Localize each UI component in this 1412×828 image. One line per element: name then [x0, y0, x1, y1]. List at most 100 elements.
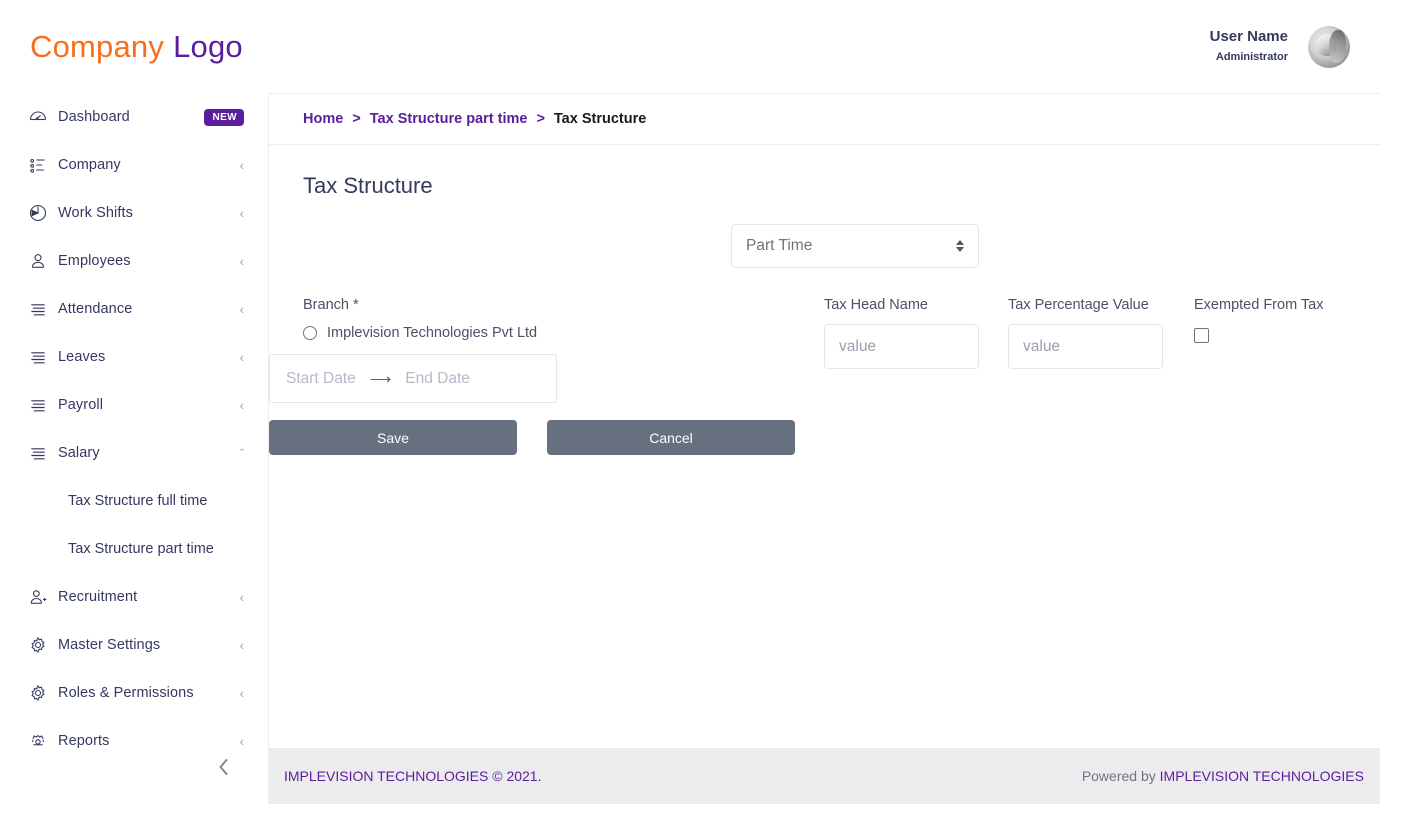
- logo-bar: Company Logo: [0, 0, 268, 93]
- person-icon: [28, 251, 58, 271]
- chevron-left-icon: ‹: [239, 637, 244, 653]
- sidebar-item-label: Attendance: [58, 301, 133, 317]
- user-meta[interactable]: User Name Administrator: [1210, 28, 1288, 65]
- chevron-left-icon: ‹: [239, 589, 244, 605]
- chevron-left-icon: ‹: [239, 733, 244, 749]
- avatar[interactable]: [1308, 25, 1350, 68]
- chevron-left-icon: ‹: [239, 205, 244, 221]
- sidebar-item-work-shifts[interactable]: Work Shifts ‹: [0, 189, 268, 237]
- sidebar-item-payroll[interactable]: Payroll ‹: [0, 381, 268, 429]
- sidebar: Dashboard NEW Company ‹ Work Shifts ‹ Em…: [0, 93, 268, 828]
- chevron-left-icon: ‹: [239, 349, 244, 365]
- gear-icon: [28, 683, 58, 703]
- start-date-input[interactable]: Start Date: [286, 370, 356, 388]
- branch-group: Branch * Implevision Technologies Pvt Lt…: [303, 297, 537, 341]
- save-button[interactable]: Save: [269, 420, 517, 455]
- sidebar-item-tax-structure-part-time[interactable]: Tax Structure part time: [0, 525, 268, 573]
- dashboard-gauge-icon: [28, 107, 58, 127]
- chevron-left-icon: ‹: [239, 157, 244, 173]
- logo-logo-text: Logo: [173, 28, 243, 64]
- user-role: Administrator: [1215, 51, 1288, 63]
- app-logo[interactable]: Company Logo: [30, 29, 243, 65]
- chevron-left-icon: ‹: [239, 301, 244, 317]
- form-actions: Save Cancel: [269, 420, 795, 455]
- date-range-picker[interactable]: Start Date ⟶ End Date: [269, 354, 557, 403]
- branch-option-label: Implevision Technologies Pvt Ltd: [327, 325, 538, 341]
- chevron-down-icon: ˇ: [239, 445, 244, 461]
- cancel-button[interactable]: Cancel: [547, 420, 795, 455]
- sidebar-item-employees[interactable]: Employees ‹: [0, 237, 268, 285]
- footer-powered-by: Powered by IMPLEVISION TECHNOLOGIES: [1082, 768, 1364, 784]
- sidebar-collapse-button[interactable]: [206, 750, 240, 784]
- user-bar: User Name Administrator: [268, 0, 1412, 93]
- sidebar-subitem-label: Tax Structure part time: [68, 541, 214, 557]
- exempted-from-tax-label: Exempted From Tax: [1194, 297, 1324, 313]
- arrow-right-icon: ⟶: [369, 370, 392, 388]
- sidebar-item-label: Reports: [58, 733, 110, 749]
- sidebar-item-salary[interactable]: Salary ˇ: [0, 429, 268, 477]
- breadcrumb-separator: >: [352, 111, 361, 127]
- sidebar-item-label: Employees: [58, 253, 131, 269]
- lines-icon: [28, 395, 58, 415]
- employment-type-value: Part Time: [746, 237, 813, 254]
- sidebar-item-master-settings[interactable]: Master Settings ‹: [0, 621, 268, 669]
- sidebar-item-roles-permissions[interactable]: Roles & Permissions ‹: [0, 669, 268, 717]
- tax-head-name-label: Tax Head Name: [824, 297, 928, 313]
- lines-icon: [28, 443, 58, 463]
- footer-powered-by-text: Powered by: [1081, 768, 1160, 784]
- branch-radio-option[interactable]: Implevision Technologies Pvt Ltd: [303, 325, 537, 341]
- title-row: Tax Structure: [303, 145, 1346, 199]
- new-badge: NEW: [204, 108, 244, 126]
- tax-percentage-label: Tax Percentage Value: [1008, 297, 1149, 313]
- sidebar-item-label: Salary: [58, 445, 100, 461]
- chevron-left-icon: ‹: [239, 397, 244, 413]
- sidebar-item-label: Leaves: [58, 349, 106, 365]
- chevron-left-icon: ‹: [239, 685, 244, 701]
- list-bullets-icon: [28, 155, 58, 175]
- sidebar-item-label: Recruitment: [58, 589, 138, 605]
- sidebar-item-label: Work Shifts: [58, 205, 133, 221]
- tax-head-name-group: Tax Head Name value: [824, 297, 979, 369]
- radio-unchecked-icon[interactable]: [303, 326, 317, 340]
- tax-head-name-input[interactable]: value: [824, 324, 979, 369]
- tax-percentage-input[interactable]: value: [1008, 324, 1163, 369]
- sidebar-item-tax-structure-full-time[interactable]: Tax Structure full time: [0, 477, 268, 525]
- exempted-from-tax-group: Exempted From Tax: [1194, 297, 1323, 343]
- breadcrumb-current: Tax Structure: [553, 111, 647, 127]
- report-gear-icon: [28, 731, 58, 751]
- select-updown-icon: [956, 240, 964, 252]
- person-add-icon: [28, 587, 58, 607]
- breadcrumb-parent[interactable]: Tax Structure part time: [370, 111, 528, 127]
- sidebar-item-dashboard[interactable]: Dashboard NEW: [0, 93, 268, 141]
- breadcrumb: Home > Tax Structure part time > Tax Str…: [269, 94, 1380, 145]
- employment-type-select[interactable]: Part Time: [731, 224, 979, 268]
- tax-percentage-group: Tax Percentage Value value: [1008, 297, 1163, 369]
- footer-copyright: IMPLEVISION TECHNOLOGIES © 2021.: [284, 768, 542, 784]
- sidebar-item-leaves[interactable]: Leaves ‹: [0, 333, 268, 381]
- sidebar-item-label: Master Settings: [58, 637, 161, 653]
- main-panel: Home > Tax Structure part time > Tax Str…: [268, 93, 1380, 748]
- user-name: User Name: [1209, 28, 1288, 46]
- sidebar-item-label: Payroll: [58, 397, 104, 413]
- end-date-input[interactable]: End Date: [405, 370, 470, 388]
- form-content: Tax Structure Part Time Branch * Implevi…: [269, 145, 1380, 455]
- app-root: Company Logo User Name Administrator Dash…: [0, 0, 1412, 828]
- gear-icon: [28, 635, 58, 655]
- sidebar-subitem-label: Tax Structure full time: [68, 493, 208, 509]
- footer: IMPLEVISION TECHNOLOGIES © 2021. Powered…: [268, 748, 1380, 804]
- branch-label: Branch *: [303, 297, 359, 313]
- sidebar-item-label: Dashboard: [58, 109, 130, 125]
- page-title: Tax Structure: [303, 173, 433, 198]
- exempted-from-tax-checkbox[interactable]: [1194, 328, 1209, 343]
- tax-percentage-placeholder: value: [1023, 337, 1061, 355]
- sidebar-item-company[interactable]: Company ‹: [0, 141, 268, 189]
- breadcrumb-home[interactable]: Home: [303, 111, 343, 127]
- tax-head-name-placeholder: value: [839, 337, 877, 355]
- breadcrumb-separator: >: [536, 111, 545, 127]
- sidebar-item-recruitment[interactable]: Recruitment ‹: [0, 573, 268, 621]
- footer-brand: IMPLEVISION TECHNOLOGIES: [1159, 768, 1364, 784]
- chevron-left-icon: ‹: [239, 253, 244, 269]
- sidebar-item-attendance[interactable]: Attendance ‹: [0, 285, 268, 333]
- sidebar-item-label: Company: [58, 157, 121, 173]
- sidebar-item-label: Roles & Permissions: [58, 685, 194, 701]
